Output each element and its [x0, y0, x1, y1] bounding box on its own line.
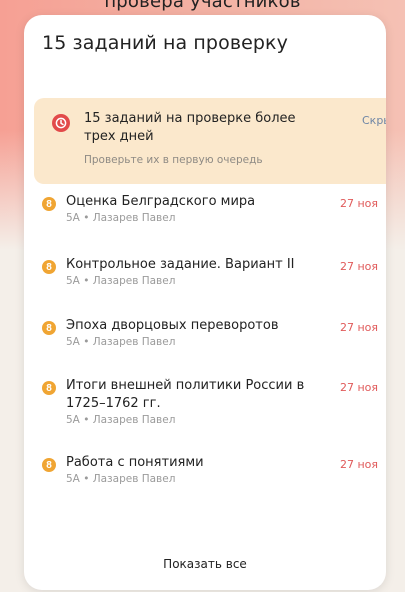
badge-8-icon: 8 — [42, 321, 56, 335]
show-all-button[interactable]: Показать все — [24, 557, 386, 571]
task-date: 27 ноя — [340, 381, 379, 394]
badge-8-icon: 8 — [42, 260, 56, 274]
task-date: 27 ноя — [340, 321, 379, 334]
task-date: 27 ноя — [340, 458, 379, 471]
task-meta: 5А • Лазарев Павел — [66, 275, 176, 287]
badge-8-icon: 8 — [42, 458, 56, 472]
task-date: 27 ноя — [340, 260, 379, 273]
task-title: Оценка Белградского мира — [66, 194, 256, 209]
badge-8-icon: 8 — [42, 197, 56, 211]
task-title: Эпоха дворцовых переворотов — [66, 318, 279, 333]
task-date: 27 ноя — [340, 197, 379, 210]
task-meta: 5А • Лазарев Павел — [66, 473, 176, 485]
task-meta: 5А • Лазарев Павел — [66, 212, 176, 224]
task-title: Работа с понятиями — [66, 455, 204, 470]
task-title: Итоги внешней политики России в 1725–176… — [66, 378, 305, 411]
task-meta: 5А • Лазарев Павел — [66, 414, 176, 426]
task-title: Контрольное задание. Вариант II — [66, 257, 295, 272]
task-meta: 5А • Лазарев Павел — [66, 336, 176, 348]
background-top-text: провера участников — [104, 0, 301, 12]
tasks-card: 15 заданий на проверку 15 заданий на про… — [24, 15, 386, 590]
tasks-list: 8 Оценка Белградского мира 5А • Лазарев … — [24, 15, 386, 590]
badge-8-icon: 8 — [42, 381, 56, 395]
